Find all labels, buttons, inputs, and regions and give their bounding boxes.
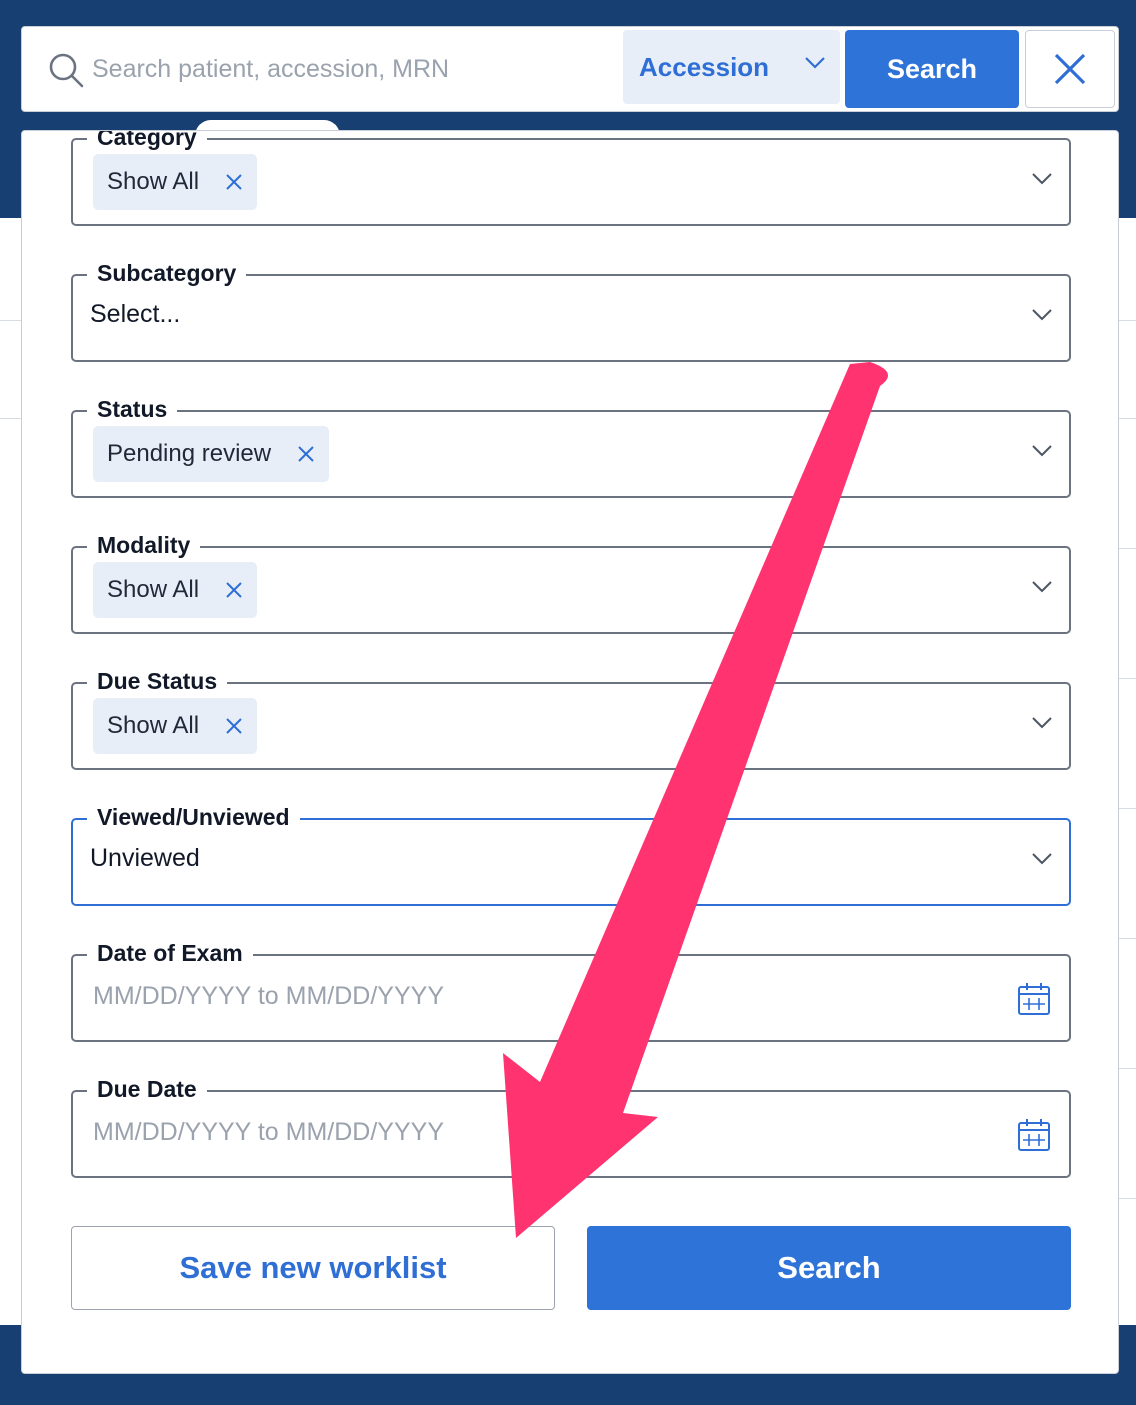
due-status-chip: Show All <box>93 698 258 754</box>
subcategory-label: Subcategory <box>87 258 247 288</box>
search-icon <box>49 53 84 88</box>
subcategory-dropdown[interactable]: Subcategory Select... <box>71 258 1071 362</box>
row-divider <box>1119 938 1136 939</box>
row-divider <box>1119 548 1136 549</box>
filter-panel: Category Show All Subcategory Select... … <box>21 130 1119 1374</box>
chevron-down-icon <box>1032 309 1052 321</box>
row-divider <box>1119 320 1136 321</box>
chip-label: Show All <box>107 576 200 603</box>
row-divider <box>1119 678 1136 679</box>
category-dropdown[interactable]: Category Show All <box>71 131 1071 226</box>
category-label: Category <box>87 131 207 152</box>
status-chip: Pending review <box>93 426 330 482</box>
chevron-down-icon <box>805 57 825 69</box>
row-divider <box>1119 1068 1136 1069</box>
category-chip: Show All <box>93 154 258 210</box>
due-status-label: Due Status <box>87 666 228 696</box>
row-divider <box>1119 808 1136 809</box>
search-button[interactable]: Search <box>845 30 1019 108</box>
date-of-exam-field[interactable]: Date of Exam MM/DD/YYYY to MM/DD/YYYY <box>71 938 1071 1042</box>
close-icon[interactable] <box>297 445 315 463</box>
close-search-button[interactable] <box>1025 30 1115 108</box>
row-divider <box>0 418 22 419</box>
status-dropdown[interactable]: Status Pending review <box>71 394 1071 498</box>
chip-label: Show All <box>107 168 200 195</box>
chevron-down-icon <box>1032 445 1052 457</box>
calendar-icon[interactable] <box>1017 1118 1051 1152</box>
save-new-worklist-button[interactable]: Save new worklist <box>71 1226 555 1310</box>
close-icon[interactable] <box>225 717 243 735</box>
close-icon[interactable] <box>225 581 243 599</box>
search-type-label: Accession <box>639 51 770 82</box>
row-divider <box>1119 418 1136 419</box>
date-of-exam-placeholder: MM/DD/YYYY to MM/DD/YYYY <box>93 982 444 1010</box>
row-divider <box>0 320 22 321</box>
due-date-field[interactable]: Due Date MM/DD/YYYY to MM/DD/YYYY <box>71 1074 1071 1178</box>
close-icon[interactable] <box>225 173 243 191</box>
apply-search-button[interactable]: Search <box>587 1226 1071 1310</box>
chip-label: Show All <box>107 712 200 739</box>
search-type-dropdown[interactable]: Accession <box>623 30 840 104</box>
viewed-unviewed-label: Viewed/Unviewed <box>87 802 300 832</box>
viewed-unviewed-value: Unviewed <box>90 844 200 872</box>
due-status-dropdown[interactable]: Due Status Show All <box>71 666 1071 770</box>
close-icon <box>1054 53 1086 85</box>
modality-label: Modality <box>87 530 201 560</box>
chevron-down-icon <box>1032 717 1052 729</box>
calendar-icon[interactable] <box>1017 982 1051 1016</box>
modality-chip: Show All <box>93 562 258 618</box>
viewed-unviewed-dropdown[interactable]: Viewed/Unviewed Unviewed <box>71 802 1071 906</box>
chevron-down-icon <box>1032 173 1052 185</box>
date-of-exam-label: Date of Exam <box>87 938 253 968</box>
row-divider <box>1119 1198 1136 1199</box>
search-input[interactable] <box>92 44 612 94</box>
chevron-down-icon <box>1032 853 1052 865</box>
chip-label: Pending review <box>107 440 272 467</box>
due-date-label: Due Date <box>87 1074 207 1104</box>
subcategory-value: Select... <box>90 300 181 328</box>
modality-dropdown[interactable]: Modality Show All <box>71 530 1071 634</box>
status-label: Status <box>87 394 178 424</box>
chevron-down-icon <box>1032 581 1052 593</box>
due-date-placeholder: MM/DD/YYYY to MM/DD/YYYY <box>93 1118 444 1146</box>
